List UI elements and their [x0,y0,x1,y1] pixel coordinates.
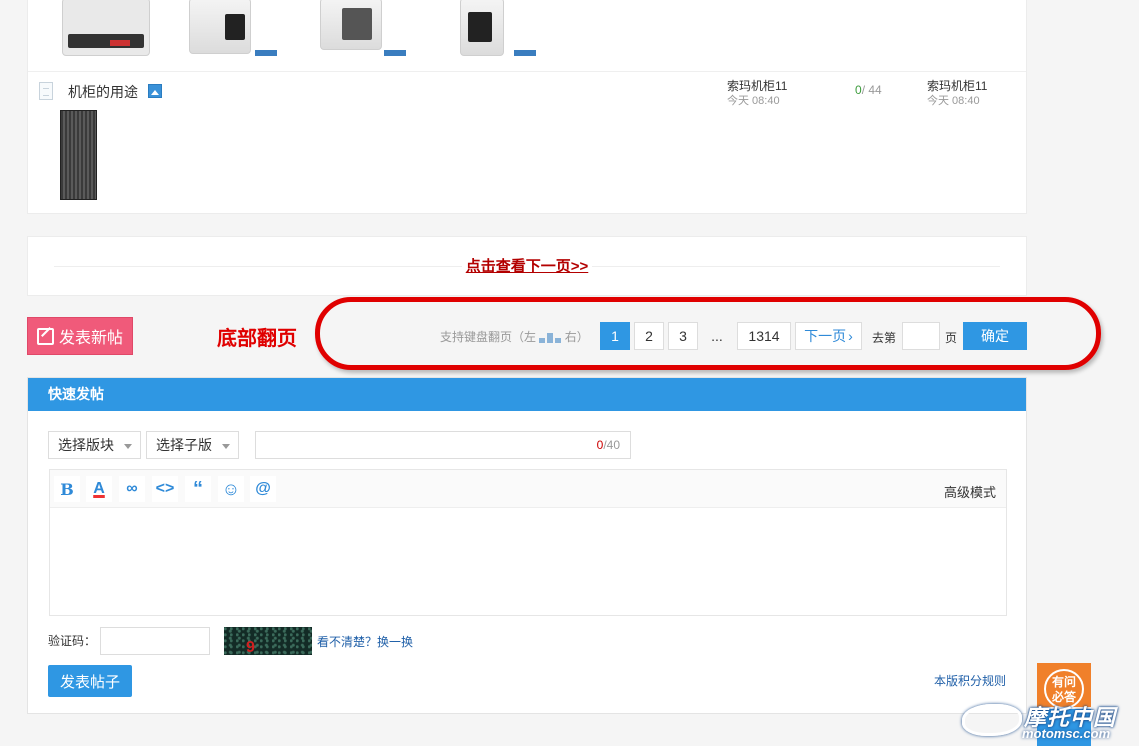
next-page-card: 点击查看下一页>> [27,236,1027,296]
editor-toolbar: B A ∞ <> “ ☺ @ 高级模式 [50,470,1006,508]
captcha-refresh-link[interactable]: 看不清楚？换一换 [317,633,413,650]
thumbnail-image[interactable] [314,0,414,58]
confirm-button[interactable]: 确定 [963,322,1027,350]
submit-post-button[interactable]: 发表帖子 [48,665,132,697]
edit-icon [36,327,54,345]
chevron-right-icon: › [848,328,853,344]
post-title-input[interactable]: 0/40 [255,431,631,459]
new-post-button[interactable]: 发表新帖 [27,317,133,355]
next-page-label: 下一页 [804,328,847,344]
reply-view-count: 0/ 44 [855,83,882,97]
thread-title-link[interactable]: 机柜的用途 [68,82,138,102]
thread-author[interactable]: 索玛机柜11 今天 08:40 [727,77,787,108]
page-ellipsis: ... [711,328,723,344]
goto-prefix: 去第 [872,331,897,345]
next-page-button[interactable]: 下一页 › [795,322,862,350]
captcha-input[interactable] [100,627,210,655]
emoji-icon[interactable]: ☺ [218,476,244,502]
thumbnail-image[interactable] [183,0,283,58]
goto-page-input[interactable] [902,322,940,350]
keyboard-hint: 支持键盘翻页（左 右） [440,330,589,344]
author-name[interactable]: 索玛机柜11 [727,79,787,93]
board-select[interactable]: 选择版块 [48,431,141,459]
view-count: / 44 [861,83,882,97]
goto-suffix: 页 [945,331,958,345]
bold-icon[interactable]: B [54,476,80,502]
site-watermark: 摩托中国 motomsc.com [962,700,1132,742]
thumbnail-image[interactable] [60,110,97,200]
link-icon[interactable]: ∞ [119,476,145,502]
font-color-icon[interactable]: A [86,476,112,502]
last-page-button[interactable]: 1314 [737,322,791,350]
motorcycle-logo-icon [962,704,1022,736]
post-editor[interactable]: B A ∞ <> “ ☺ @ 高级模式 [49,469,1007,616]
new-post-label: 发表新帖 [58,330,123,347]
points-rules-link[interactable]: 本版积分规则 [934,672,1006,689]
code-icon[interactable]: <> [152,476,178,502]
thread-list-card: 机柜的用途 索玛机柜11 今天 08:40 0/ 44 索玛机柜11 今天 08… [27,0,1027,214]
last-post-time: 今天 08:40 [927,95,980,107]
page-2-button[interactable]: 2 [634,322,664,350]
quick-post-title: 快速发帖 [28,378,1026,411]
captcha-image[interactable]: 9 +12 [224,627,312,655]
annotation-label: 底部翻页 [217,328,297,350]
watermark-url: motomsc.com [1022,726,1111,741]
image-attachment-icon [148,84,162,98]
last-post-info[interactable]: 索玛机柜11 今天 08:40 [927,77,987,108]
mention-icon[interactable]: @ [250,476,276,502]
thumbnail-image[interactable] [456,0,556,58]
advanced-mode-link[interactable]: 高级模式 [944,482,996,501]
page-1-button[interactable]: 1 [600,322,630,350]
arrow-keys-icon [539,332,562,343]
quick-post-panel: 快速发帖 选择版块 选择子版 0/40 B A ∞ <> “ ☺ @ 高级模式 … [27,377,1027,714]
next-page-link[interactable]: 点击查看下一页>> [28,255,1026,276]
sub-board-select[interactable]: 选择子版 [146,431,239,459]
page-3-button[interactable]: 3 [668,322,698,350]
reply-count: 0 [855,83,862,97]
thumbnail-image[interactable] [60,0,152,58]
quote-icon[interactable]: “ [185,476,211,502]
post-time: 今天 08:40 [727,95,780,107]
last-poster-name[interactable]: 索玛机柜11 [927,79,987,93]
row-divider [28,71,1026,72]
captcha-label: 验证码： [48,634,97,648]
title-char-count: 0/40 [596,438,620,452]
document-icon [39,82,53,100]
